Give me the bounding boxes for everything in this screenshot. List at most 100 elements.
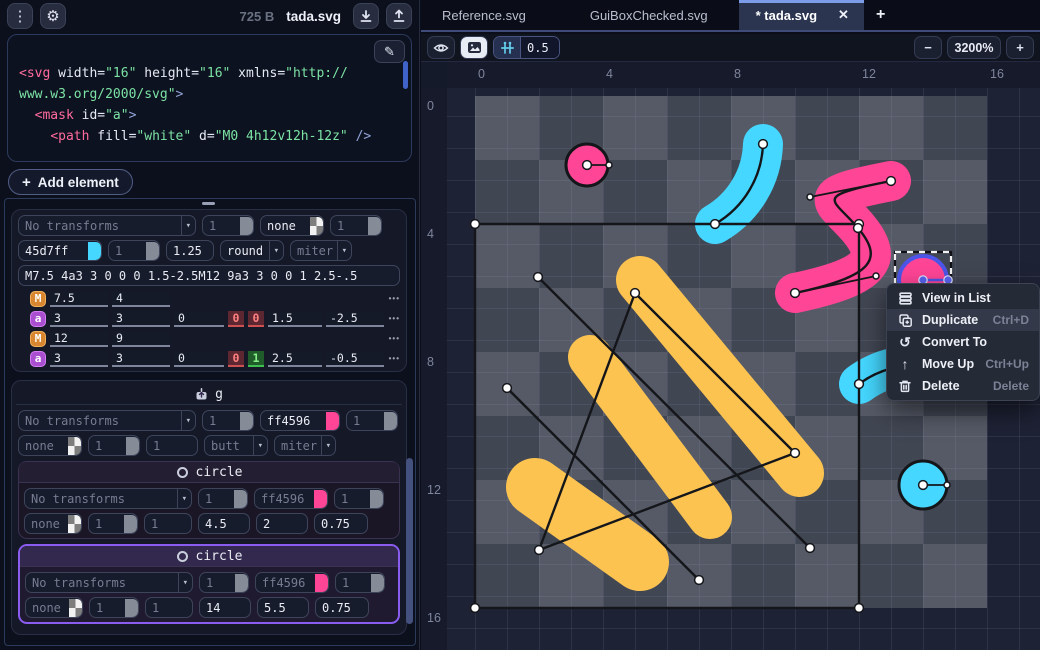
- fill-swatch[interactable]: [314, 490, 327, 508]
- fill-opacity-input[interactable]: 1: [334, 488, 384, 509]
- fill-input[interactable]: ff4596: [254, 488, 328, 509]
- transform-select[interactable]: No transforms▾: [24, 488, 192, 509]
- cy-input[interactable]: 2: [256, 513, 308, 534]
- command-value[interactable]: 9: [112, 331, 170, 347]
- menu-button[interactable]: ⋮: [7, 3, 33, 29]
- menu-item-convert-to[interactable]: ↺ Convert To: [887, 331, 1039, 353]
- grid-size-input[interactable]: 0.5: [521, 37, 559, 58]
- zoom-out-button[interactable]: −: [914, 36, 942, 59]
- large-arc-flag[interactable]: 0: [228, 311, 244, 327]
- stroke-width-input[interactable]: 1.25: [166, 240, 214, 261]
- command-badge[interactable]: M: [30, 291, 46, 307]
- command-value[interactable]: 4: [112, 291, 170, 307]
- stroke-swatch[interactable]: [68, 515, 81, 533]
- stroke-input[interactable]: none: [24, 513, 82, 534]
- fill-opacity-input[interactable]: 1: [335, 572, 385, 593]
- command-value[interactable]: 12: [50, 331, 108, 347]
- opacity-swatch[interactable]: [235, 574, 248, 592]
- cx-input[interactable]: 14: [199, 597, 251, 618]
- r-input[interactable]: 0.75: [315, 597, 369, 618]
- cx-input[interactable]: 4.5: [198, 513, 250, 534]
- command-value[interactable]: 1.5: [268, 311, 322, 327]
- stroke-opacity-input[interactable]: 1: [108, 240, 160, 261]
- command-badge[interactable]: a: [30, 311, 46, 327]
- yellow-cone-shape[interactable]: [535, 280, 800, 562]
- stroke-swatch[interactable]: [68, 437, 81, 455]
- row-menu-button[interactable]: •••: [389, 334, 400, 343]
- fill-swatch[interactable]: [315, 574, 328, 592]
- command-badge[interactable]: a: [30, 351, 46, 367]
- transform-select[interactable]: No transforms▾: [18, 410, 196, 431]
- circle-header[interactable]: circle: [20, 546, 398, 567]
- linecap-select[interactable]: butt▾: [204, 435, 268, 456]
- stroke-input[interactable]: none: [18, 435, 82, 456]
- fill-opacity-swatch[interactable]: [370, 490, 383, 508]
- code-scrollbar[interactable]: [403, 61, 408, 89]
- command-value[interactable]: 2.5: [268, 351, 322, 367]
- r-input[interactable]: 0.75: [314, 513, 368, 534]
- fill-swatch[interactable]: [326, 412, 339, 430]
- tab-tada-active[interactable]: * tada.svg ✕: [739, 0, 864, 30]
- stroke-opacity-swatch[interactable]: [125, 599, 138, 617]
- linejoin-select[interactable]: miter▾: [274, 435, 336, 456]
- list-scrollbar[interactable]: [406, 458, 413, 624]
- stroke-opacity-input[interactable]: 1: [88, 435, 140, 456]
- command-value[interactable]: -2.5: [326, 311, 384, 327]
- large-arc-flag[interactable]: 0: [228, 351, 244, 367]
- menu-item-view-in-list[interactable]: View in List: [887, 287, 1039, 309]
- edit-code-button[interactable]: ✎: [374, 40, 405, 63]
- snap-grid-button[interactable]: [494, 37, 521, 58]
- stroke-opacity-input[interactable]: 1: [88, 513, 138, 534]
- menu-item-move-up[interactable]: ↑ Move Up Ctrl+Up: [887, 353, 1039, 375]
- preview-button[interactable]: [460, 36, 488, 59]
- command-value[interactable]: 0: [174, 351, 224, 367]
- add-element-button[interactable]: + Add element: [8, 169, 133, 195]
- command-badge[interactable]: M: [30, 331, 46, 347]
- fill-opacity-swatch[interactable]: [368, 217, 381, 235]
- opacity-swatch[interactable]: [240, 412, 253, 430]
- fill-input[interactable]: none: [260, 215, 324, 236]
- opacity-swatch[interactable]: [240, 217, 253, 235]
- stroke-opacity-swatch[interactable]: [146, 242, 159, 260]
- zoom-level[interactable]: 3200%: [947, 36, 1001, 59]
- stroke-swatch[interactable]: [69, 599, 82, 617]
- close-icon[interactable]: ✕: [833, 5, 854, 25]
- stroke-opacity-swatch[interactable]: [126, 437, 139, 455]
- code-editor[interactable]: ✎ <svg width="16" height="16" xmlns="htt…: [7, 34, 412, 162]
- visibility-button[interactable]: [427, 36, 455, 59]
- linecap-select[interactable]: round▾: [220, 240, 284, 261]
- settings-button[interactable]: ⚙: [40, 3, 66, 29]
- row-menu-button[interactable]: •••: [389, 294, 400, 303]
- opacity-swatch[interactable]: [234, 490, 247, 508]
- zoom-in-button[interactable]: +: [1006, 36, 1034, 59]
- fill-opacity-swatch[interactable]: [384, 412, 397, 430]
- stroke-width-input[interactable]: 1: [146, 435, 198, 456]
- path-data-input[interactable]: M7.5 4a3 3 0 0 0 1.5-2.5M12 9a3 3 0 0 1 …: [18, 265, 400, 286]
- command-value[interactable]: 7.5: [50, 291, 108, 307]
- tab-reference[interactable]: Reference.svg: [425, 0, 543, 30]
- transform-select[interactable]: No transforms▾: [18, 215, 196, 236]
- fill-opacity-input[interactable]: 1: [330, 215, 382, 236]
- command-value[interactable]: -0.5: [326, 351, 384, 367]
- download-button[interactable]: [353, 3, 379, 29]
- stroke-swatch[interactable]: [88, 242, 101, 260]
- group-header[interactable]: g: [16, 385, 402, 405]
- tab-guiboxchecked[interactable]: GuiBoxChecked.svg: [573, 0, 725, 30]
- fill-input[interactable]: ff4596: [260, 410, 340, 431]
- sweep-flag[interactable]: 1: [248, 351, 264, 367]
- stroke-opacity-input[interactable]: 1: [89, 597, 139, 618]
- transform-select[interactable]: No transforms▾: [25, 572, 193, 593]
- fill-swatch[interactable]: [310, 217, 323, 235]
- circle-header[interactable]: circle: [19, 462, 399, 483]
- stroke-input[interactable]: 45d7ff: [18, 240, 102, 261]
- cy-input[interactable]: 5.5: [257, 597, 309, 618]
- stroke-width-input[interactable]: 1: [145, 597, 193, 618]
- command-value[interactable]: 3: [112, 311, 170, 327]
- svg-source-code[interactable]: <svg width="16" height="16" xmlns="http:…: [19, 63, 397, 147]
- linejoin-select[interactable]: miter▾: [290, 240, 352, 261]
- sweep-flag[interactable]: 0: [248, 311, 264, 327]
- new-tab-button[interactable]: +: [864, 0, 897, 30]
- stroke-opacity-swatch[interactable]: [124, 515, 137, 533]
- opacity-input[interactable]: 1: [202, 410, 254, 431]
- row-menu-button[interactable]: •••: [389, 354, 400, 363]
